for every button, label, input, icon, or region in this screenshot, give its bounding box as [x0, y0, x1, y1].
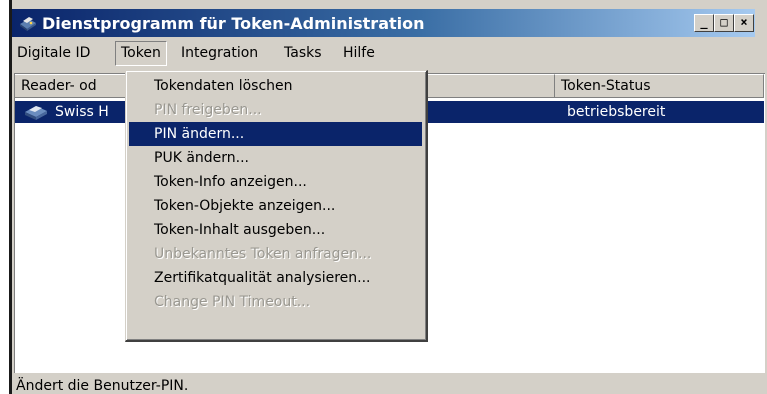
- menu-item-token-objekte[interactable]: Token-Objekte anzeigen...: [129, 194, 422, 218]
- row-token-status: betriebsbereit: [567, 104, 666, 120]
- menu-item-puk-aendern[interactable]: PUK ändern...: [129, 146, 422, 170]
- menu-hilfe[interactable]: Hilfe: [343, 45, 375, 61]
- menu-item-zertifikatqualitaet[interactable]: Zertifikatqualität analysieren...: [129, 266, 422, 290]
- window-title: Dienstprogramm für Token-Administration: [42, 14, 425, 33]
- row-reader-name: Swiss H: [55, 104, 109, 120]
- menu-bar: Digitale ID Token Integration Tasks Hilf…: [12, 39, 767, 69]
- app-window: Dienstprogramm für Token-Administration …: [12, 0, 767, 394]
- menu-item-unbekanntes-token: Unbekanntes Token anfragen...: [154, 246, 372, 262]
- close-button[interactable]: ×: [734, 14, 754, 32]
- maximize-button[interactable]: □: [714, 14, 734, 32]
- menu-item-token-info[interactable]: Token-Info anzeigen...: [129, 170, 422, 194]
- minimize-button[interactable]: _: [694, 14, 714, 32]
- menu-item-tokendaten-loeschen[interactable]: Tokendaten löschen: [129, 74, 422, 98]
- menu-item-pin-aendern[interactable]: PIN ändern...: [129, 122, 422, 146]
- menu-tasks[interactable]: Tasks: [284, 45, 322, 61]
- smartcard-reader-icon: [25, 106, 47, 120]
- menu-item-token-inhalt[interactable]: Token-Inhalt ausgeben...: [129, 218, 422, 242]
- title-bar[interactable]: Dienstprogramm für Token-Administration …: [12, 9, 755, 37]
- background-strip: [0, 0, 9, 394]
- menu-integration[interactable]: Integration: [181, 45, 258, 61]
- status-text: Ändert die Benutzer-PIN.: [16, 378, 189, 394]
- token-dropdown-menu: Tokendaten löschen PIN freigeben... PIN …: [125, 70, 428, 342]
- menu-item-change-pin-timeout: Change PIN Timeout...: [154, 294, 311, 310]
- menu-digitale-id[interactable]: Digitale ID: [17, 45, 90, 61]
- menu-token[interactable]: Token: [115, 41, 167, 66]
- menu-item-pin-freigeben: PIN freigeben...: [154, 102, 262, 118]
- column-header-token-status[interactable]: Token-Status: [555, 74, 764, 98]
- status-bar: Ändert die Benutzer-PIN.: [14, 376, 765, 394]
- smartcard-reader-icon: [20, 17, 36, 31]
